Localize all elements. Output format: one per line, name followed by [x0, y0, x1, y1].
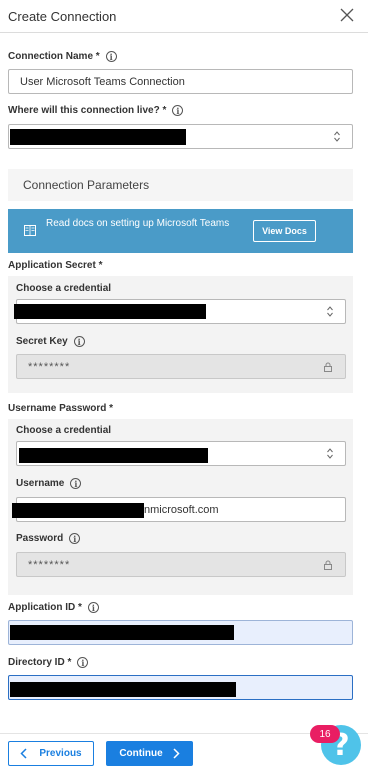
- docs-banner: Read docs on setting up Microsoft Teams …: [8, 209, 353, 253]
- lock-icon: [324, 560, 332, 570]
- info-icon[interactable]: i: [172, 105, 184, 116]
- username-password-group: Choose a credential Username i nmicrosof…: [8, 419, 353, 595]
- username-label: Username i: [16, 478, 82, 489]
- secret-key-label: Secret Key i: [16, 336, 85, 347]
- redacted-value: [12, 503, 144, 518]
- username-credential-select[interactable]: [16, 441, 346, 466]
- panel-header: Create Connection: [0, 0, 368, 33]
- application-secret-group: Choose a credential Secret Key i *******…: [8, 276, 353, 393]
- username-input[interactable]: nmicrosoft.com: [12, 497, 346, 522]
- docs-text: Read docs on setting up Microsoft Teams: [46, 218, 230, 229]
- location-select[interactable]: [8, 124, 353, 149]
- choose-credential-label: Choose a credential: [16, 425, 112, 436]
- application-id-label: Application ID * i: [8, 602, 99, 613]
- panel-title: Create Connection: [8, 8, 117, 24]
- connection-parameters-heading: Connection Parameters: [8, 169, 353, 201]
- chevron-right-icon: [173, 748, 180, 759]
- username-password-label: Username Password *: [8, 403, 114, 414]
- document-icon: [24, 225, 36, 236]
- app-secret-credential-select[interactable]: [14, 299, 346, 324]
- lock-icon: [324, 362, 332, 372]
- info-icon[interactable]: i: [70, 478, 82, 489]
- connection-name-label: Connection Name * i: [8, 51, 117, 62]
- directory-id-input[interactable]: [8, 675, 353, 700]
- select-arrows-icon: [327, 448, 333, 459]
- location-label: Where will this connection live? * i: [8, 105, 184, 116]
- close-icon[interactable]: [340, 8, 354, 22]
- connection-name-input[interactable]: User Microsoft Teams Connection: [8, 69, 353, 94]
- info-icon[interactable]: i: [77, 657, 89, 668]
- previous-button[interactable]: Previous: [8, 741, 94, 766]
- redacted-value: [10, 625, 234, 640]
- chevron-left-icon: [20, 748, 27, 759]
- select-arrows-icon: [334, 131, 340, 142]
- password-label: Password i: [16, 533, 81, 544]
- select-arrows-icon: [327, 306, 333, 317]
- redacted-value: [19, 448, 208, 463]
- info-icon[interactable]: i: [105, 51, 117, 62]
- view-docs-button[interactable]: View Docs: [253, 220, 316, 242]
- info-icon[interactable]: i: [87, 602, 99, 613]
- secret-key-input: ********: [16, 354, 346, 379]
- redacted-value: [10, 129, 186, 145]
- continue-button[interactable]: Continue: [106, 741, 193, 766]
- create-connection-panel: Create Connection Connection Name * i Us…: [0, 0, 368, 772]
- notification-badge: 16: [310, 725, 340, 743]
- redacted-value: [14, 304, 206, 319]
- info-icon[interactable]: i: [73, 336, 85, 347]
- info-icon[interactable]: i: [69, 533, 81, 544]
- application-id-input[interactable]: [8, 620, 353, 645]
- password-input: ********: [16, 552, 346, 577]
- redacted-value: [10, 682, 236, 697]
- application-secret-label: Application Secret *: [8, 260, 103, 271]
- choose-credential-label: Choose a credential: [16, 283, 112, 294]
- directory-id-label: Directory ID * i: [8, 657, 89, 668]
